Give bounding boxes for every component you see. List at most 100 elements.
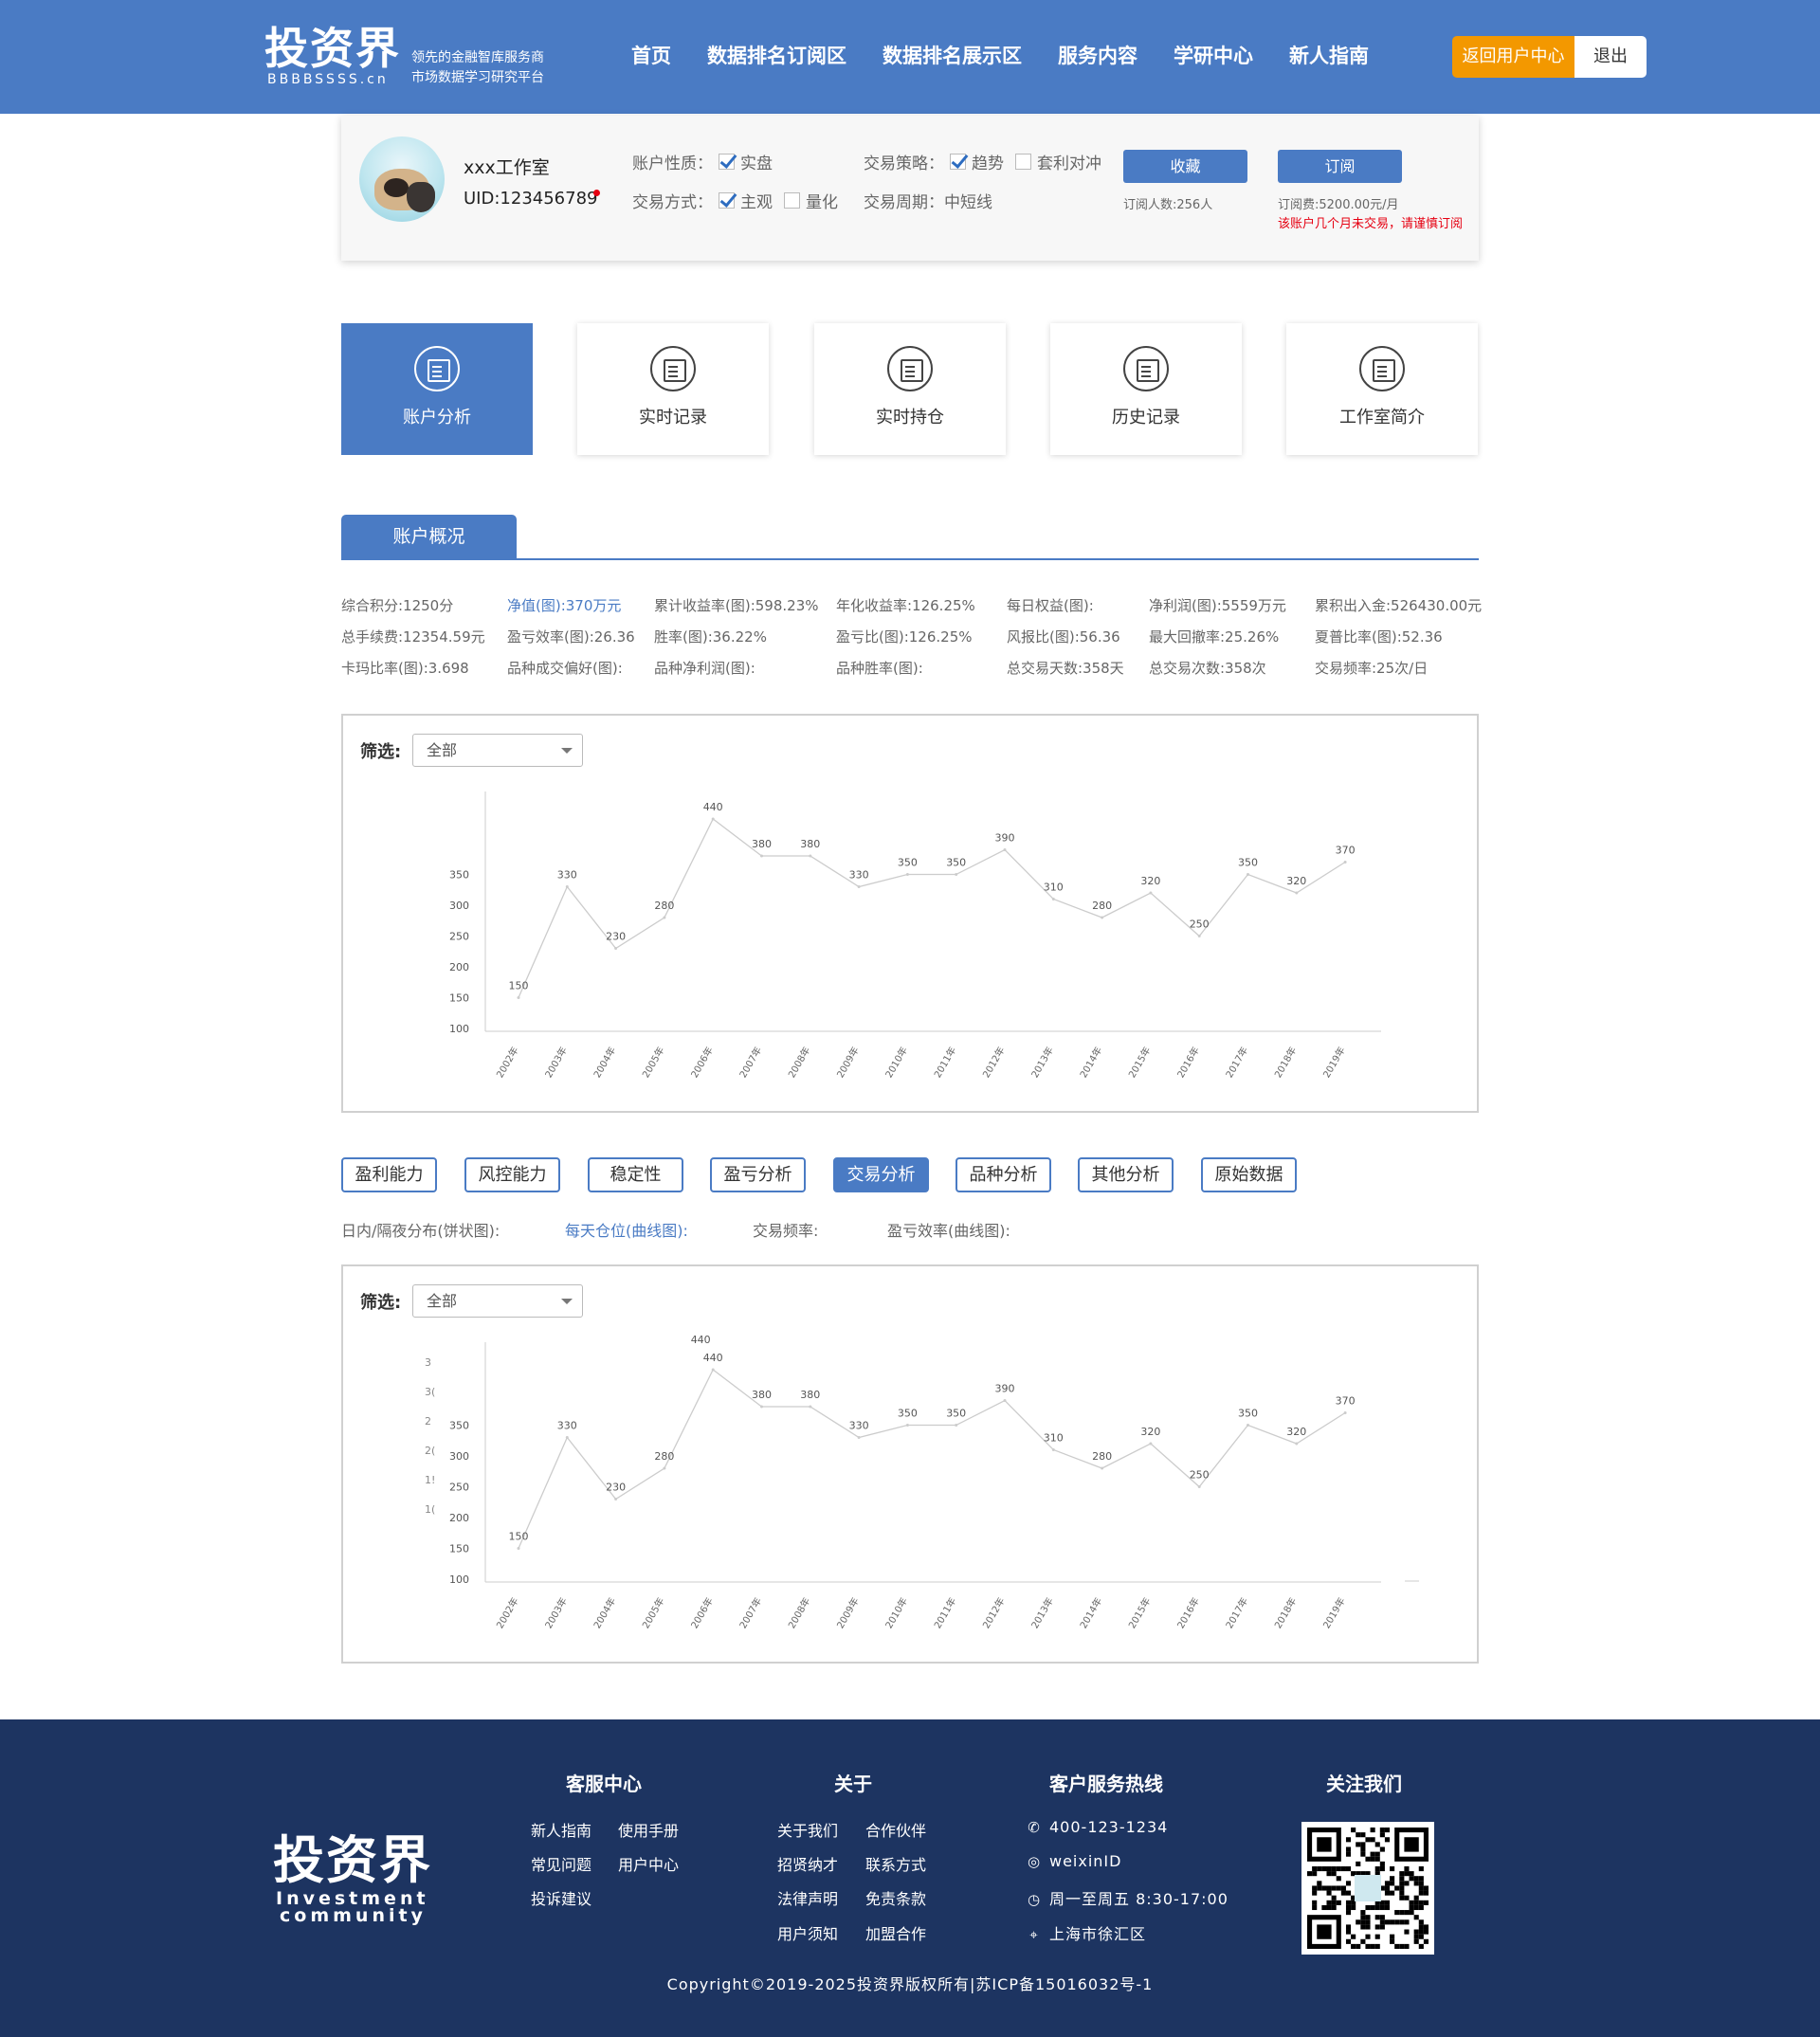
stat-pnl-ratio[interactable]: 盈亏比(图):126.25% [836,627,973,646]
stat-risk-reward[interactable]: 风报比(图):56.36 [1007,627,1120,646]
stat-symbol-net-profit[interactable]: 品种净利润(图): [654,658,755,678]
footer-link-legal[interactable]: 法律声明 [777,1886,838,1909]
qr-module [1399,1876,1405,1882]
qr-module [1418,1934,1424,1939]
checkbox-quant[interactable] [784,192,800,209]
stat-win-rate[interactable]: 胜率(图):36.22% [654,627,767,646]
nav-services[interactable]: 服务内容 [1058,40,1138,72]
footer-link-about-us[interactable]: 关于我们 [777,1818,838,1841]
link-daily-position[interactable]: 每天仓位(曲线图): [565,1218,688,1241]
footer-link-faq[interactable]: 常见问题 [531,1852,592,1875]
link-trade-frequency[interactable]: 交易频率: [753,1218,818,1241]
qr-finder-core [1317,1837,1332,1852]
subscribe-button[interactable]: 订阅 [1278,150,1402,183]
checkbox-trend[interactable] [950,154,966,170]
footer-link-disclaimer[interactable]: 免责条款 [865,1886,926,1909]
stat-net-profit[interactable]: 净利润(图):5559万元 [1149,595,1286,615]
tab-realtime-records[interactable]: 实时记录 [577,323,769,455]
data-point [857,1436,861,1439]
section-tab-account-overview[interactable]: 账户概况 [341,515,517,559]
analysis-other-button[interactable]: 其他分析 [1078,1157,1174,1192]
footer-link-partners[interactable]: 合作伙伴 [865,1818,926,1841]
qr-module [1312,1885,1318,1891]
logout-button[interactable]: 退出 [1574,36,1647,78]
footer: 投资界 Investment community 客服中心 新人指南 使用手册 … [0,1719,1820,2037]
wechat-icon: ◎ [1027,1853,1042,1870]
checkbox-real[interactable] [719,154,735,170]
x-tick-label: 2010年 [883,1595,910,1630]
data-label: 320 [1286,875,1306,887]
nav-newbie-guide[interactable]: 新人指南 [1289,40,1369,72]
analysis-symbol-button[interactable]: 品种分析 [956,1157,1051,1192]
x-tick-label: 2015年 [1126,1595,1154,1630]
subscriber-count: 订阅人数:256人 [1123,198,1213,212]
nav-home[interactable]: 首页 [631,40,671,72]
footer-link-contact[interactable]: 联系方式 [865,1852,926,1875]
qr-module [1399,1881,1405,1886]
data-point [1295,1442,1299,1446]
nav-ranking-subscribe[interactable]: 数据排名订阅区 [707,40,846,72]
stat-max-drawdown: 最大回撤率:25.26% [1149,628,1280,646]
nav-research[interactable]: 学研中心 [1174,40,1253,72]
qr-module [1317,1865,1322,1872]
analysis-pnl-button[interactable]: 盈亏分析 [710,1157,806,1192]
footer-link-complaints[interactable]: 投诉建议 [531,1886,592,1909]
data-label: 280 [1092,1450,1112,1463]
footer-link-franchise[interactable]: 加盟合作 [865,1921,926,1944]
stat-annual-return: 年化收益率:126.25% [836,597,975,614]
stat-symbol-preference[interactable]: 品种成交偏好(图): [507,658,623,678]
x-tick-label: 2013年 [1028,1045,1056,1080]
qr-module [1331,1865,1337,1872]
section-divider [341,558,1479,560]
tab-account-analysis[interactable]: 账户分析 [341,323,533,455]
footer-link-newbie[interactable]: 新人指南 [531,1818,592,1841]
back-to-user-center-button[interactable]: 返回用户中心 [1452,36,1574,78]
tab-history[interactable]: 历史记录 [1050,323,1242,455]
qr-module [1370,1943,1375,1949]
footer-link-user-notice[interactable]: 用户须知 [777,1921,838,1944]
qr-module [1394,1943,1400,1949]
footer-link-user-center[interactable]: 用户中心 [618,1852,679,1875]
qr-module [1399,1895,1405,1901]
stat-pnl-efficiency[interactable]: 盈亏效率(图):26.36 [507,627,635,646]
stat-calmar[interactable]: 卡玛比率(图):3.698 [341,658,469,678]
qr-module [1365,1837,1371,1843]
tab-realtime-positions[interactable]: 实时持仓 [814,323,1006,455]
qr-module [1356,1919,1361,1925]
favorite-button[interactable]: 收藏 [1123,150,1247,183]
qr-module [1399,1919,1405,1925]
data-point [565,885,569,888]
analysis-profitability-button[interactable]: 盈利能力 [341,1157,437,1192]
data-label: 150 [509,1531,529,1543]
tab-studio-intro[interactable]: 工作室简介 [1286,323,1478,455]
data-point [1149,1442,1153,1446]
qr-module [1331,1900,1337,1905]
stat-cumulative-return[interactable]: 累计收益率(图):598.23% [654,595,819,615]
site-logo-domain: BBBBSSSS.cn [267,72,389,87]
strategy-row: 交易策略： 趋势 套利对冲 [864,150,1101,173]
analysis-stability-button[interactable]: 稳定性 [588,1157,683,1192]
stat-symbol-win-rate[interactable]: 品种胜率(图): [836,658,923,678]
analysis-icon [414,346,460,391]
analysis-risk-control-button[interactable]: 风控能力 [464,1157,560,1192]
qr-module [1336,1865,1341,1872]
link-pnl-efficiency-curve[interactable]: 盈亏效率(曲线图): [887,1218,1010,1241]
footer-logo-sub: Investment community [276,1890,429,1925]
nav-ranking-display[interactable]: 数据排名展示区 [883,40,1022,72]
x-tick-label: 2007年 [737,1045,764,1080]
stat-daily-equity[interactable]: 每日权益(图): [1007,595,1094,615]
site-logo[interactable]: 投资界 [264,25,401,72]
stat-net-value[interactable]: 净值(图):370万元 [507,595,621,615]
analysis-raw-data-button[interactable]: 原始数据 [1201,1157,1297,1192]
data-label: 440 [703,1352,723,1364]
qr-module [1379,1846,1385,1852]
checkbox-subjective[interactable] [719,192,735,209]
data-point [905,873,909,876]
footer-link-careers[interactable]: 招贤纳才 [777,1852,838,1875]
analysis-trading-button[interactable]: 交易分析 [833,1157,929,1192]
footer-link-manual[interactable]: 使用手册 [618,1818,679,1841]
checkbox-arbitrage[interactable] [1015,154,1031,170]
link-intraday-overnight[interactable]: 日内/隔夜分布(饼状图): [341,1218,500,1241]
stat-sharpe[interactable]: 夏普比率(图):52.36 [1315,627,1443,646]
series-line [518,1369,1346,1549]
